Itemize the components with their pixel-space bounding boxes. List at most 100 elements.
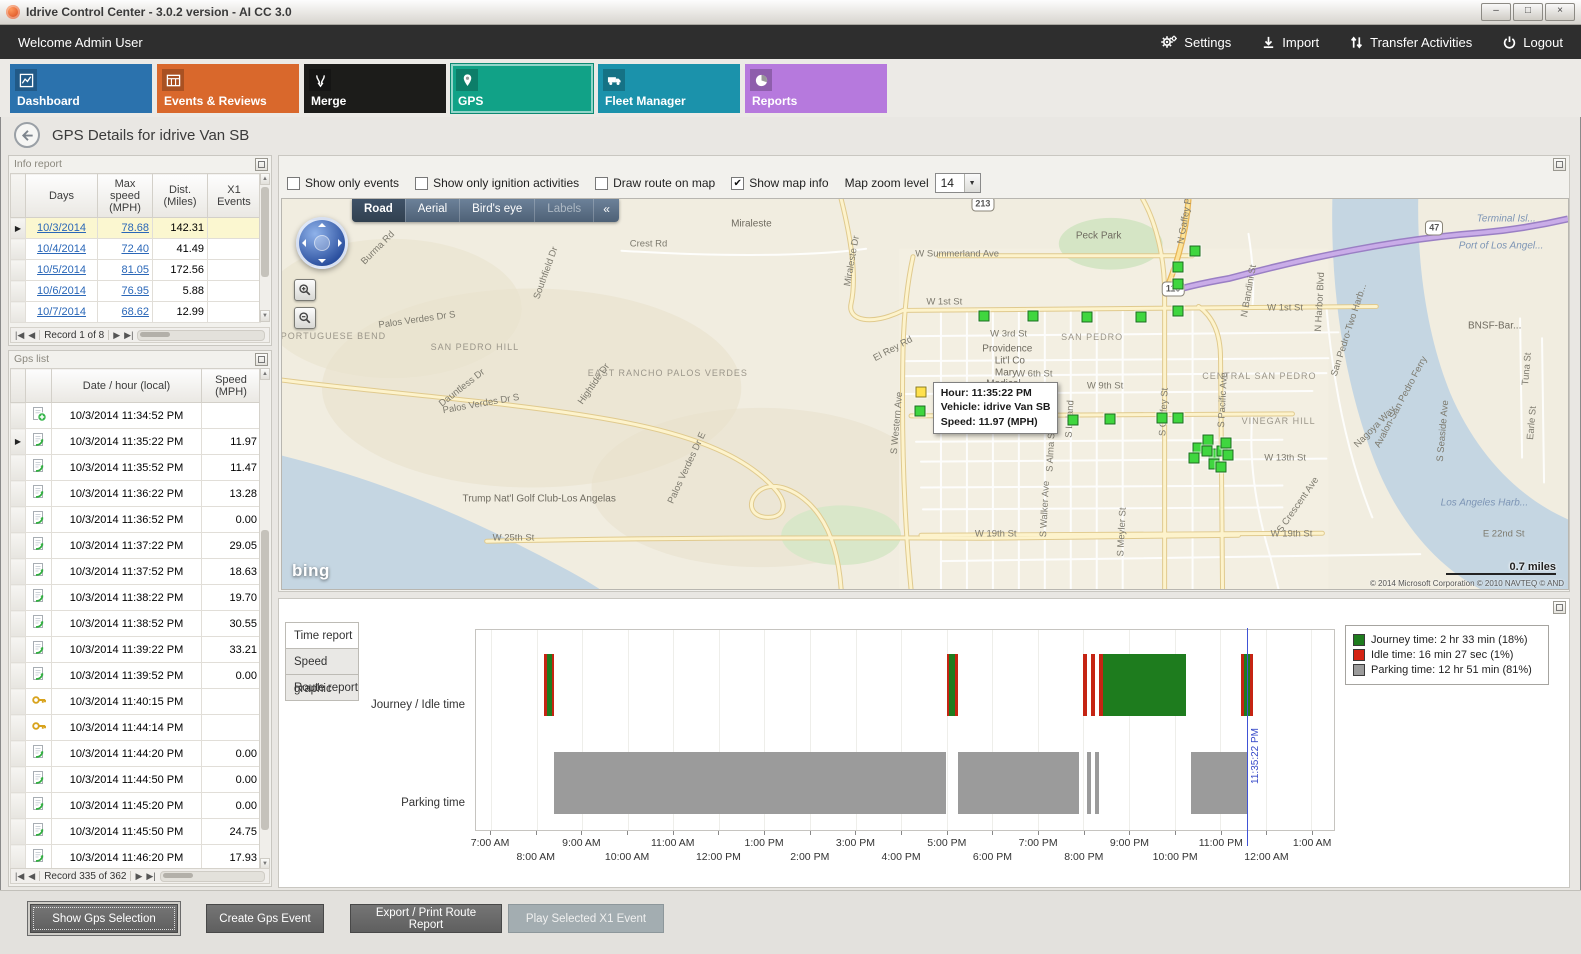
gps-list-row[interactable]: 10/3/2014 11:44:50 PM0.00 [11, 767, 261, 793]
gps-point-marker[interactable] [1082, 312, 1093, 323]
gps-point-marker[interactable] [1173, 413, 1184, 424]
scroll-up-icon[interactable]: ▲ [260, 173, 270, 185]
info-column-header-2[interactable]: Dist. (Miles) [153, 174, 208, 218]
gps-point-marker[interactable] [1223, 449, 1234, 460]
gps-list-row[interactable]: 10/3/2014 11:38:22 PM19.70 [11, 585, 261, 611]
map-zoom-out-button[interactable] [294, 307, 316, 329]
prev-page-icon[interactable]: ◀ [28, 330, 35, 341]
day-link[interactable]: 10/3/2014 [37, 222, 86, 234]
vertical-scrollbar[interactable]: ▲ ▼ [259, 173, 270, 322]
pan-north-icon[interactable] [318, 223, 326, 227]
gps-point-marker[interactable] [1173, 305, 1184, 316]
collapse-panel-button[interactable] [1553, 601, 1566, 614]
gps-point-marker[interactable] [1201, 445, 1212, 456]
max-speed-link[interactable]: 76.95 [121, 285, 149, 297]
gps-column-header-1[interactable]: Speed (MPH) [202, 369, 261, 403]
vertical-scrollbar[interactable]: ▲ ▼ [259, 368, 270, 870]
map-tabs-collapse-button[interactable]: « [593, 199, 619, 222]
checkbox-show-only-ignition-activities[interactable]: Show only ignition activities [415, 176, 579, 190]
info-report-row[interactable]: 10/5/201481.05172.56 [11, 260, 261, 281]
info-report-row[interactable]: ▶10/3/201478.68142.31 [11, 218, 261, 239]
checkbox-box[interactable] [415, 177, 428, 190]
gps-point-marker[interactable] [1202, 435, 1213, 446]
gps-list-row[interactable]: 10/3/2014 11:46:20 PM17.93 [11, 845, 261, 871]
prev-page-icon[interactable]: ◀ [28, 871, 35, 882]
gps-point-marker[interactable] [1156, 413, 1167, 424]
map-view-tab-aerial[interactable]: Aerial [405, 199, 459, 222]
map-zoom-in-button[interactable] [294, 279, 316, 301]
show-gps-selection-button[interactable]: Show Gps Selection [30, 904, 178, 933]
checkbox-box[interactable] [595, 177, 608, 190]
time-cursor[interactable] [1247, 628, 1248, 846]
first-page-icon[interactable]: |◀ [15, 871, 24, 882]
day-link[interactable]: 10/6/2014 [37, 285, 86, 297]
selected-gps-point-marker[interactable] [916, 387, 927, 398]
gps-list-row[interactable]: 10/3/2014 11:45:20 PM0.00 [11, 793, 261, 819]
gps-list-row[interactable]: 10/3/2014 11:40:15 PM [11, 689, 261, 715]
action-settings[interactable]: Settings [1160, 34, 1231, 50]
gps-list-row[interactable]: 10/3/2014 11:37:22 PM29.05 [11, 533, 261, 559]
horizontal-scrollbar[interactable] [137, 330, 265, 341]
nav-tile-merge[interactable]: Merge [304, 64, 446, 113]
create-gps-event-button[interactable]: Create Gps Event [206, 904, 324, 933]
gps-list-row[interactable]: 10/3/2014 11:36:52 PM0.00 [11, 507, 261, 533]
back-button[interactable] [14, 122, 40, 148]
day-link[interactable]: 10/4/2014 [37, 243, 86, 255]
day-link[interactable]: 10/5/2014 [37, 264, 86, 276]
chart-tab-time-report[interactable]: Time report [285, 622, 359, 649]
gps-list-row[interactable]: 10/3/2014 11:39:22 PM33.21 [11, 637, 261, 663]
max-speed-link[interactable]: 81.05 [121, 264, 149, 276]
scroll-up-icon[interactable]: ▲ [260, 368, 270, 380]
scroll-thumb[interactable] [163, 873, 193, 878]
scroll-thumb[interactable] [261, 530, 269, 830]
gps-point-marker[interactable] [1105, 413, 1116, 424]
gps-point-marker[interactable] [1215, 461, 1226, 472]
export-print-route-report-button[interactable]: Export / Print Route Report [350, 904, 502, 933]
gps-list-row[interactable]: 10/3/2014 11:45:50 PM24.75 [11, 819, 261, 845]
first-page-icon[interactable]: |◀ [15, 330, 24, 341]
info-report-row[interactable]: 10/6/201476.955.88 [11, 281, 261, 302]
info-column-header-3[interactable]: X1 Events [208, 174, 261, 218]
gps-point-marker[interactable] [1173, 261, 1184, 272]
map[interactable]: MiralestePeck ParkW Summerland AveCrest … [281, 198, 1569, 590]
action-transfer-activities[interactable]: Transfer Activities [1349, 35, 1472, 50]
action-import[interactable]: Import [1261, 35, 1319, 50]
pan-east-icon[interactable] [338, 239, 342, 247]
collapse-panel-button[interactable] [1553, 158, 1566, 171]
nav-tile-reports[interactable]: Reports [745, 64, 887, 113]
compass-center[interactable] [314, 235, 330, 251]
maximize-icon[interactable]: □ [1513, 3, 1543, 21]
gps-point-marker[interactable] [1028, 311, 1039, 322]
info-column-header-1[interactable]: Max speed (MPH) [98, 174, 153, 218]
checkbox-show-only-events[interactable]: Show only events [287, 176, 399, 190]
gps-point-marker[interactable] [1188, 452, 1199, 463]
gps-list-row[interactable]: ▶10/3/2014 11:35:22 PM11.97 [11, 429, 261, 455]
checkbox-box[interactable] [287, 177, 300, 190]
map-compass-control[interactable] [296, 217, 348, 269]
map-view-tab-road[interactable]: Road [352, 199, 405, 222]
info-report-row[interactable]: 10/4/201472.4041.49 [11, 239, 261, 260]
gps-point-marker[interactable] [1067, 415, 1078, 426]
checkbox-box[interactable]: ✔ [731, 177, 744, 190]
last-page-icon[interactable]: ▶| [146, 871, 155, 882]
nav-tile-gps[interactable]: GPS [451, 64, 593, 113]
next-page-icon[interactable]: ▶ [135, 871, 142, 882]
gps-point-marker[interactable] [979, 311, 990, 322]
gps-list-row[interactable]: 10/3/2014 11:44:14 PM [11, 715, 261, 741]
next-page-icon[interactable]: ▶ [113, 330, 120, 341]
gps-column-header-0[interactable]: Date / hour (local) [52, 369, 202, 403]
action-logout[interactable]: Logout [1502, 35, 1563, 50]
day-link[interactable]: 10/7/2014 [37, 306, 86, 318]
chart-tab-route-report[interactable]: Route report [285, 674, 359, 701]
info-report-row[interactable]: 10/7/201468.6212.99 [11, 302, 261, 323]
nav-tile-events-reviews[interactable]: Events & Reviews [157, 64, 299, 113]
map-view-tab-labels[interactable]: Labels [534, 199, 593, 222]
minimize-icon[interactable]: – [1481, 3, 1511, 21]
gps-list-row[interactable]: 10/3/2014 11:37:52 PM18.63 [11, 559, 261, 585]
gps-point-marker[interactable] [1190, 245, 1201, 256]
pan-south-icon[interactable] [318, 259, 326, 263]
scroll-thumb[interactable] [140, 332, 170, 337]
gps-list-row[interactable]: 10/3/2014 11:38:52 PM30.55 [11, 611, 261, 637]
map-zoom-select[interactable]: 14 ▼ [935, 173, 981, 193]
last-page-icon[interactable]: ▶| [124, 330, 133, 341]
